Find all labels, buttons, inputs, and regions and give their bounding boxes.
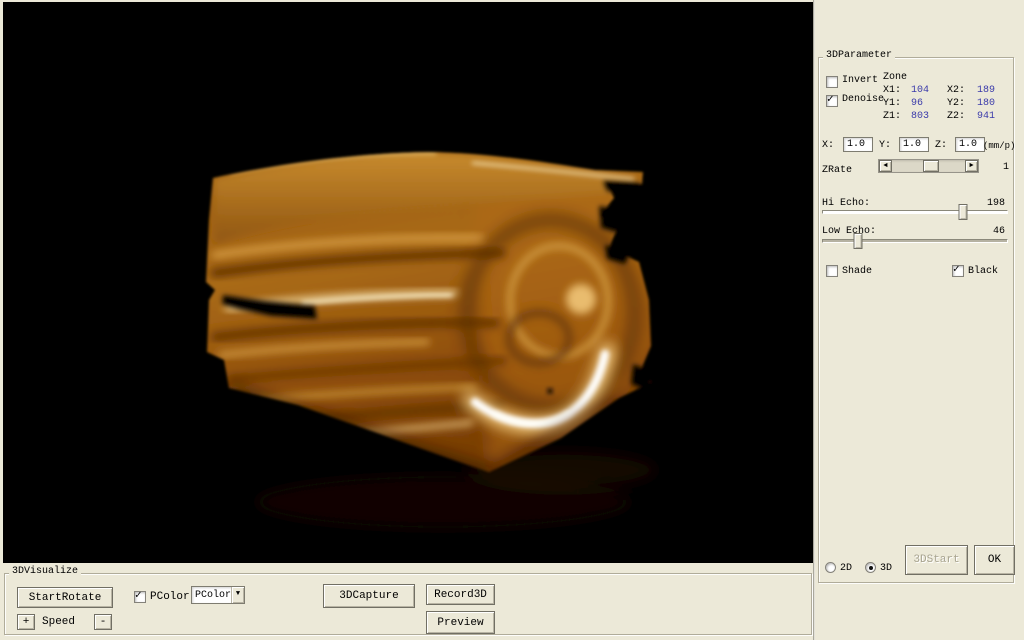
ok-button[interactable]: OK <box>974 545 1015 575</box>
volume-render-3d <box>3 2 813 563</box>
start-3d-button[interactable]: 3DStart <box>905 545 968 575</box>
shade-label: Shade <box>842 266 872 278</box>
scale-unit-label: (mm/p) <box>983 140 1015 152</box>
invert-label: Invert <box>842 75 878 87</box>
scroll-left-icon[interactable]: ◄ <box>879 160 892 172</box>
low-echo-label: Low Echo: <box>822 226 876 238</box>
parameter-group-title: 3DParameter <box>823 50 895 61</box>
zone-z1-label: Z1: <box>883 111 901 123</box>
visualize-group-title: 3DVisualize <box>9 566 81 577</box>
zone-z2-value: 941 <box>977 111 995 123</box>
hi-echo-value: 198 <box>987 198 1005 210</box>
x-scale-label: X: <box>822 140 834 152</box>
zrate-value: 1 <box>1003 162 1009 174</box>
checkmark-icon: ✓ <box>135 591 145 601</box>
mode-3d-label: 3D <box>880 563 892 575</box>
zone-z2-label: Z2: <box>947 111 965 123</box>
checkmark-icon: ✓ <box>827 95 837 105</box>
zrate-label: ZRate <box>822 165 852 177</box>
hi-echo-slider[interactable] <box>822 210 1008 214</box>
render-viewport[interactable] <box>3 2 813 563</box>
zone-x1-value: 104 <box>911 85 929 97</box>
zone-y1-value: 96 <box>911 98 923 110</box>
preview-button[interactable]: Preview <box>426 611 495 634</box>
pcolor-checkbox[interactable]: ✓ <box>134 591 146 603</box>
hi-echo-slider-thumb[interactable] <box>958 204 967 220</box>
y-scale-input[interactable] <box>899 137 929 152</box>
capture-3d-button[interactable]: 3DCapture <box>323 584 415 608</box>
zone-x1-label: X1: <box>883 85 901 97</box>
panel-separator <box>813 0 815 640</box>
x-scale-input[interactable] <box>843 137 873 152</box>
scroll-right-icon[interactable]: ► <box>965 160 978 172</box>
z-scale-input[interactable] <box>955 137 985 152</box>
zrate-scrollbar[interactable]: ◄ ► <box>878 159 979 173</box>
dropdown-arrow-icon[interactable]: ▼ <box>231 587 244 603</box>
mode-3d-radio[interactable] <box>865 562 876 573</box>
low-echo-slider[interactable] <box>822 239 1008 243</box>
zone-x2-label: X2: <box>947 85 965 97</box>
low-echo-value: 46 <box>993 226 1005 238</box>
zone-y2-value: 180 <box>977 98 995 110</box>
zrate-scrollbar-thumb[interactable] <box>923 160 939 172</box>
mode-2d-label: 2D <box>840 563 852 575</box>
speed-plus-button[interactable]: + <box>17 614 35 630</box>
app-window: { "colors": { "panel_bg": "#ece9d8", "vi… <box>0 0 1024 640</box>
pcolor-dropdown-value: PColor <box>192 590 231 601</box>
speed-label: Speed <box>42 616 75 628</box>
hi-echo-label: Hi Echo: <box>822 198 870 210</box>
black-checkbox[interactable]: ✓ <box>952 265 964 277</box>
denoise-label: Denoise <box>842 94 884 106</box>
black-label: Black <box>968 266 998 278</box>
start-rotate-button[interactable]: StartRotate <box>17 587 113 608</box>
zone-z1-value: 803 <box>911 111 929 123</box>
record-3d-button[interactable]: Record3D <box>426 584 495 605</box>
shade-checkbox[interactable]: ✓ <box>826 265 838 277</box>
invert-checkbox[interactable]: ✓ <box>826 76 838 88</box>
zone-x2-value: 189 <box>977 85 995 97</box>
zone-y1-label: Y1: <box>883 98 901 110</box>
y-scale-label: Y: <box>879 140 891 152</box>
zone-y2-label: Y2: <box>947 98 965 110</box>
parameter-groupbox: 3DParameter ✓ Invert ✓ Denoise Zone X1: … <box>818 57 1014 583</box>
checkmark-icon: ✓ <box>953 265 963 275</box>
pcolor-dropdown[interactable]: PColor ▼ <box>191 586 245 604</box>
low-echo-slider-thumb[interactable] <box>853 233 862 249</box>
denoise-checkbox[interactable]: ✓ <box>826 95 838 107</box>
mode-2d-radio[interactable] <box>825 562 836 573</box>
visualize-groupbox: 3DVisualize StartRotate ✓ PColor PColor … <box>4 573 812 635</box>
speed-minus-button[interactable]: - <box>94 614 112 630</box>
z-scale-label: Z: <box>935 140 947 152</box>
pcolor-label: PColor <box>150 591 190 603</box>
zone-label: Zone <box>883 72 907 84</box>
